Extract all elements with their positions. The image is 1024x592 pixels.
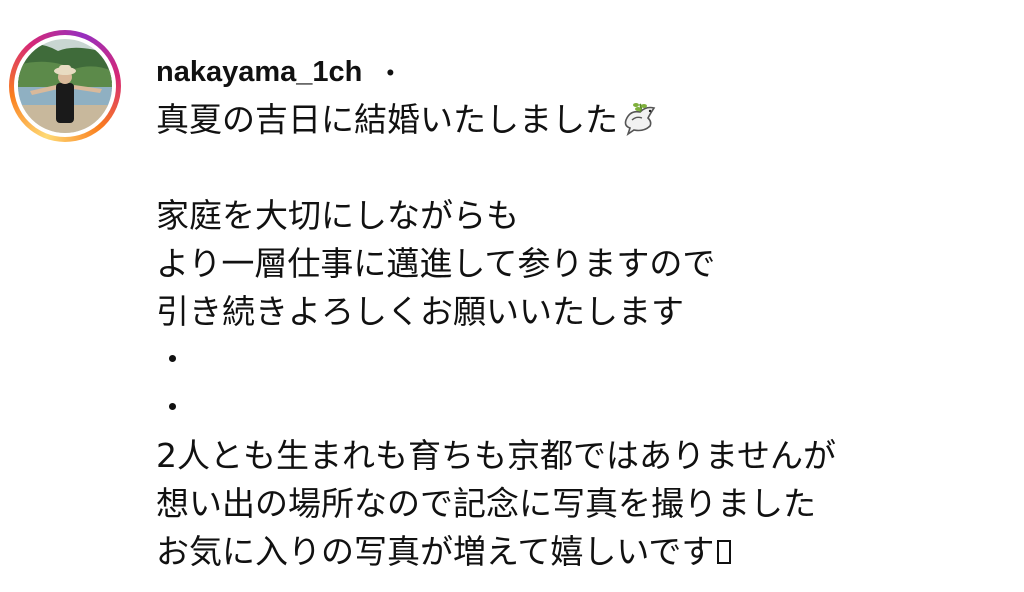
caption-line-3: 家庭を大切にしながらも [156, 196, 519, 235]
story-ring[interactable] [9, 30, 121, 142]
caption-line-4: より一層仕事に邁進して参りますので [156, 244, 716, 283]
caption-line-5: 引き続きよろしくお願いいたします [156, 292, 684, 331]
separator-dot: ・ [376, 57, 405, 90]
post-header: nakayama_1ch ・ [156, 52, 404, 92]
post-caption-panel: nakayama_1ch ・ 真夏の吉日に結婚いたしました 家庭を大切にしながら… [0, 0, 1024, 592]
caption-line-1: 真夏の吉日に結婚いたしました [156, 96, 1016, 144]
missing-glyph-icon [717, 540, 732, 564]
caption-line-7: ・ [156, 388, 189, 427]
caption-line-1-text: 真夏の吉日に結婚いたしました [156, 100, 618, 139]
caption-line-9: 想い出の場所なので記念に写真を撮りました [156, 484, 816, 523]
avatar[interactable] [18, 39, 112, 133]
caption-line-2 [156, 144, 1016, 192]
caption-line-8: 2人とも生まれも育ちも京都ではありませんが [156, 436, 837, 475]
caption-line-10: お気に入りの写真が増えて嬉しいです [156, 528, 1016, 576]
username-link[interactable]: nakayama_1ch [156, 56, 362, 89]
profile-photo-icon [18, 39, 112, 133]
caption-line-10-text: お気に入りの写真が増えて嬉しいです [156, 532, 715, 571]
caption-text: 真夏の吉日に結婚いたしました 家庭を大切にしながらも より一層仕事に邁進して参り… [156, 96, 1016, 576]
dove-with-olive-branch-icon [620, 100, 660, 140]
caption-line-6: ・ [156, 340, 189, 379]
